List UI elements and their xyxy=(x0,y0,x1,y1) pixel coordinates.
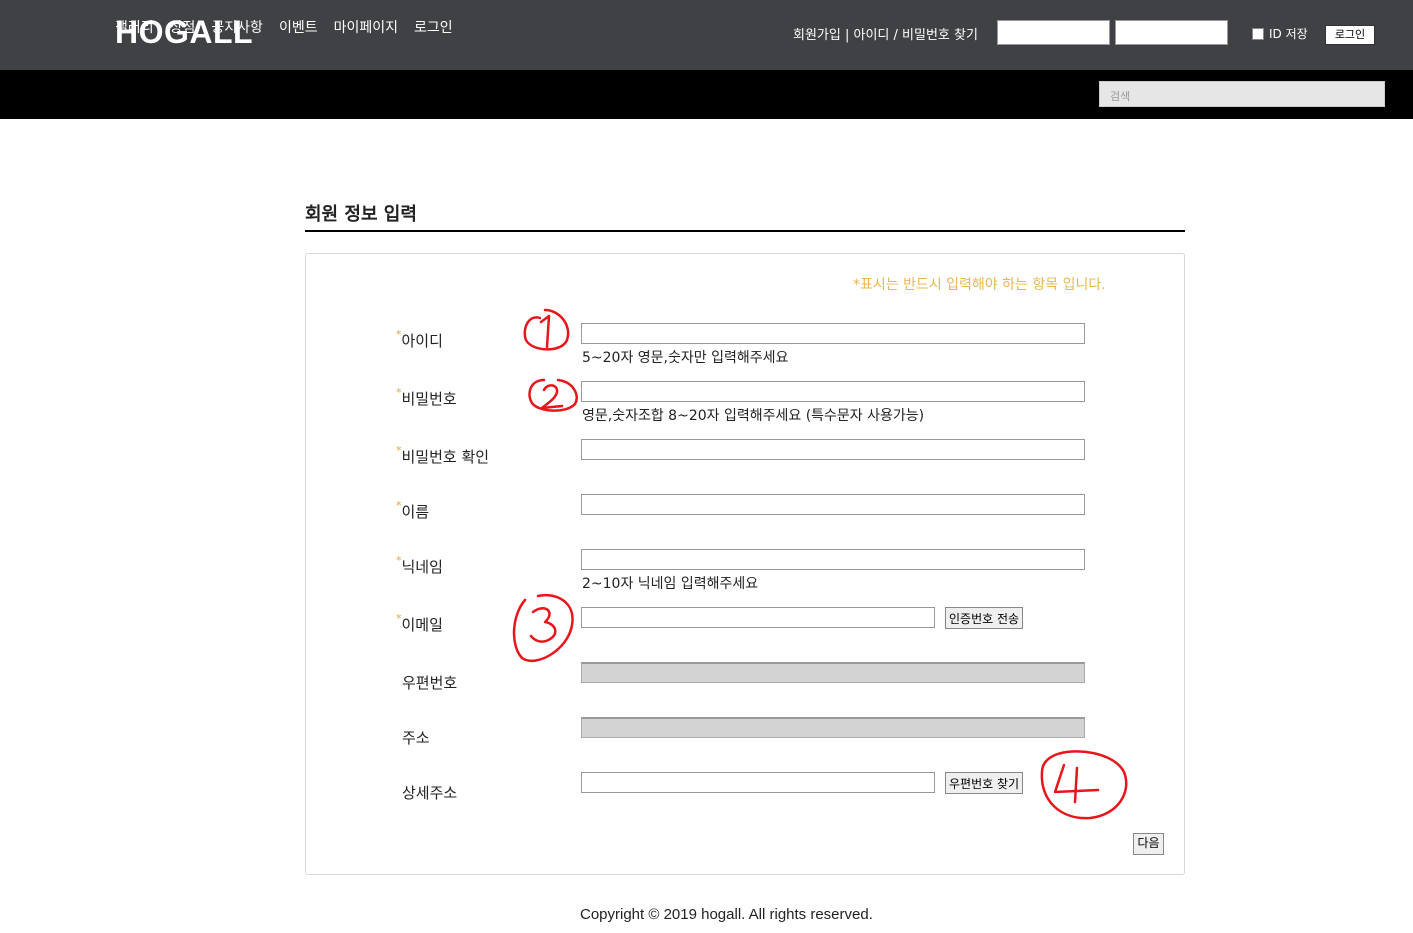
required-mark: * xyxy=(396,328,402,341)
field-label-email: *이메일 xyxy=(396,612,443,634)
field-label-password-confirm: *비밀번호 확인 xyxy=(396,444,490,466)
field-label-detail-address: 상세주소 xyxy=(402,784,458,802)
find-id-password-link[interactable]: 아이디 / 비밀번호 찾기 xyxy=(854,28,978,43)
required-mark: * xyxy=(396,612,402,625)
nav-item-notice[interactable]: 공지사항 xyxy=(211,17,263,37)
field-label-password: *비밀번호 xyxy=(396,386,457,408)
required-mark: * xyxy=(396,554,402,567)
field-label-name: *이름 xyxy=(396,499,430,521)
header-login-button[interactable]: 로그인 xyxy=(1325,25,1375,45)
required-mark: * xyxy=(396,386,402,399)
main-nav: 갤러리 상점 공지사항 이벤트 마이페이지 로그인 xyxy=(115,17,453,37)
find-zipcode-button[interactable]: 우편번호 찾기 xyxy=(945,772,1024,794)
password-confirm-input[interactable] xyxy=(581,439,1085,460)
zipcode-input xyxy=(581,662,1085,683)
password-input[interactable] xyxy=(581,381,1085,402)
nickname-hint: 2~10자 닉네임 입력해주세요 xyxy=(582,576,759,592)
field-label-address: 주소 xyxy=(402,729,430,747)
required-mark: * xyxy=(396,444,402,457)
password-hint: 영문,숫자조합 8~20자 입력해주세요 (특수문자 사용가능) xyxy=(582,408,925,424)
title-divider xyxy=(305,230,1185,232)
page-title: 회원 정보 입력 xyxy=(305,204,417,225)
nav-item-gallery[interactable]: 갤러리 xyxy=(115,17,154,37)
send-code-button[interactable]: 인증번호 전송 xyxy=(945,607,1024,629)
id-input[interactable] xyxy=(581,323,1085,344)
footer-copyright: Copyright © 2019 hogall. All rights rese… xyxy=(580,906,873,923)
nav-item-mypage[interactable]: 마이페이지 xyxy=(334,17,398,37)
remember-id-checkbox[interactable] xyxy=(1252,27,1264,40)
next-button[interactable]: 다음 xyxy=(1133,833,1164,855)
detail-address-input[interactable] xyxy=(581,772,935,793)
field-label-id: *아이디 xyxy=(396,328,443,350)
remember-id: ID 저장 xyxy=(1252,25,1308,42)
header-password-input[interactable] xyxy=(1115,20,1228,45)
required-mark: * xyxy=(396,499,402,512)
search-input[interactable]: 검색 xyxy=(1099,81,1385,107)
nav-item-shop[interactable]: 상점 xyxy=(170,17,196,37)
field-label-zipcode: 우편번호 xyxy=(402,674,458,692)
nav-item-event[interactable]: 이벤트 xyxy=(279,17,318,37)
nav-item-login[interactable]: 로그인 xyxy=(414,17,453,37)
header-id-input[interactable] xyxy=(997,20,1110,45)
remember-id-label: ID 저장 xyxy=(1269,27,1308,41)
account-links: 회원가입 | 아이디 / 비밀번호 찾기 xyxy=(793,24,978,43)
name-input[interactable] xyxy=(581,494,1085,515)
signup-link[interactable]: 회원가입 xyxy=(793,28,841,43)
address-input xyxy=(581,717,1085,738)
field-label-nickname: *닉네임 xyxy=(396,554,443,576)
email-input[interactable] xyxy=(581,607,935,628)
nickname-input[interactable] xyxy=(581,549,1085,570)
link-separator: | xyxy=(844,28,850,43)
required-notice: *표시는 반드시 입력해야 하는 항목 입니다. xyxy=(853,277,1106,293)
id-hint: 5~20자 영문,숫자만 입력해주세요 xyxy=(582,350,789,366)
